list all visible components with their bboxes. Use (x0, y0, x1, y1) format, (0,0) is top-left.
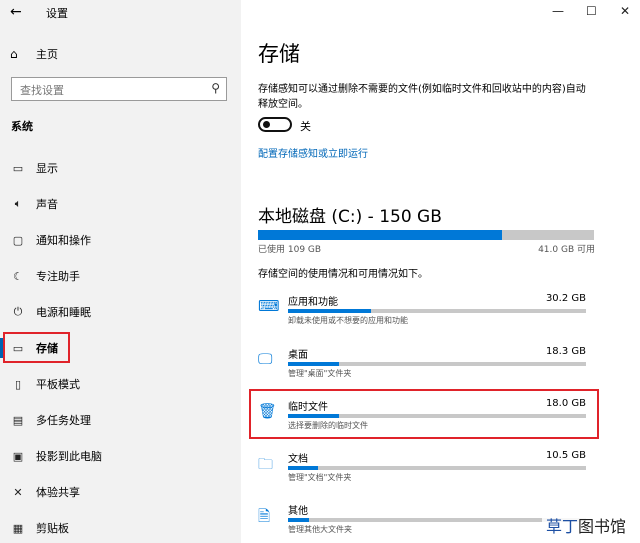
watermark-part2: 图书馆 (577, 517, 626, 536)
maximize-icon[interactable]: ☐ (586, 4, 597, 18)
back-arrow-icon[interactable]: ← (10, 4, 22, 20)
category-apps[interactable]: ⌨ 应用和功能 30.2 GB 卸载未使用或不想要的应用和功能 (258, 293, 588, 337)
sidebar-item-label: 体验共享 (36, 486, 80, 499)
toggle-state-label: 关 (300, 120, 311, 133)
sidebar-item-label: 剪贴板 (36, 522, 69, 535)
sidebar-item-focus-assist[interactable]: ☾ 专注助手 (0, 258, 241, 294)
desktop-icon: 🖵︎ (258, 350, 273, 368)
configure-storage-sense-link[interactable]: 配置存储感知或立即运行 (258, 145, 368, 160)
sidebar-item-clipboard[interactable]: ▦ 剪贴板 (0, 510, 241, 543)
sidebar-item-project[interactable]: ▣ 投影到此电脑 (0, 438, 241, 474)
documents-icon: 🗀︎ (258, 455, 274, 473)
nav-home[interactable]: ⌂ 主页 (10, 46, 58, 62)
category-bar (288, 466, 586, 470)
sidebar-item-power[interactable]: ⏻ 电源和睡眠 (0, 294, 241, 330)
search-placeholder: 查找设置 (20, 84, 64, 97)
usage-description: 存储空间的使用情况和可用情况如下。 (258, 269, 428, 280)
apps-icon: ⌨ (258, 297, 280, 315)
category-bar-fill (288, 362, 339, 366)
category-size: 30.2 GB (545, 293, 586, 304)
sidebar-item-shared-experiences[interactable]: ✕ 体验共享 (0, 474, 241, 510)
multitask-icon: ▤ (12, 413, 24, 427)
sidebar-item-label: 平板模式 (36, 378, 80, 391)
category-bar (288, 309, 586, 313)
sidebar-item-display[interactable]: ▭ 显示 (0, 150, 241, 186)
highlight-box-storage (3, 332, 70, 363)
category-other[interactable]: 🗎︎ 其他 管理其他大文件夹 (258, 502, 588, 543)
category-name: 桌面 (288, 350, 308, 361)
disk-available-label: 41.0 GB 可用 (538, 245, 595, 255)
sidebar-item-multitasking[interactable]: ▤ 多任务处理 (0, 402, 241, 438)
category-subtitle: 管理其他大文件夹 (288, 525, 352, 534)
home-icon: ⌂ (10, 47, 18, 61)
watermark-part1: 草丁 (545, 517, 578, 536)
power-icon: ⏻ (13, 305, 23, 318)
disk-used-label: 已使用 109 GB (258, 245, 322, 255)
storage-sense-toggle[interactable] (258, 117, 292, 132)
storage-sense-description: 存储感知可以通过删除不需要的文件(例如临时文件和回收站中的内容)自动释放空间。 (258, 84, 586, 110)
section-label-system: 系统 (11, 120, 33, 133)
display-icon: ▭ (12, 161, 24, 175)
sidebar-item-sound[interactable]: 🔈︎ 声音 (0, 186, 241, 222)
moon-icon: ☾ (13, 269, 23, 283)
nav-home-label: 主页 (36, 48, 58, 61)
sidebar-item-tablet[interactable]: ▯ 平板模式 (0, 366, 241, 402)
close-icon[interactable]: ✕ (620, 4, 630, 18)
category-subtitle: 管理"桌面"文件夹 (288, 369, 352, 378)
category-desktop[interactable]: 🖵︎ 桌面 18.3 GB 管理"桌面"文件夹 (258, 346, 588, 390)
clipboard-icon: ▦ (12, 521, 24, 535)
sidebar-item-notifications[interactable]: ▢ 通知和操作 (0, 222, 241, 258)
category-subtitle: 卸载未使用或不想要的应用和功能 (288, 316, 408, 325)
page-title: 存储 (258, 42, 300, 66)
category-size: 18.3 GB (545, 346, 586, 357)
sidebar-item-label: 专注助手 (36, 270, 80, 283)
category-name: 其他 (288, 506, 308, 517)
sidebar-item-label: 通知和操作 (36, 234, 91, 247)
app-title: 设置 (46, 7, 68, 20)
sidebar-item-label: 多任务处理 (36, 414, 91, 427)
disk-title: 本地磁盘 (C:) - 150 GB (258, 207, 442, 227)
tablet-icon: ▯ (14, 377, 22, 391)
search-icon: ⚲ (211, 81, 220, 95)
search-input[interactable]: 查找设置 ⚲ (11, 77, 227, 101)
other-icon: 🗎︎ (258, 507, 271, 525)
sound-icon: 🔈︎ (14, 197, 22, 210)
category-documents[interactable]: 🗀︎ 文档 10.5 GB 管理"文档"文件夹 (258, 450, 588, 494)
sidebar-item-label: 投影到此电脑 (36, 450, 102, 463)
sidebar-item-label: 声音 (36, 198, 58, 211)
category-bar-fill (288, 518, 309, 522)
category-size: 10.5 GB (545, 450, 586, 461)
sidebar: ← 设置 ⌂ 主页 查找设置 ⚲ 系统 ▭ 显示 🔈︎ 声音 ▢ 通知和操作 ☾… (0, 0, 241, 543)
category-subtitle: 管理"文档"文件夹 (288, 473, 352, 482)
highlight-box-temp-files (249, 389, 599, 439)
category-bar (288, 362, 586, 366)
category-bar-fill (288, 309, 372, 313)
disk-usage-fill (258, 230, 503, 240)
minimize-icon[interactable]: — (552, 4, 564, 18)
disk-usage-bar (258, 230, 594, 240)
notification-icon: ▢ (12, 233, 24, 247)
category-bar-fill (288, 466, 318, 470)
project-icon: ▣ (12, 449, 24, 463)
category-name: 文档 (288, 454, 308, 465)
sidebar-item-label: 显示 (36, 162, 58, 175)
watermark: 草丁图书馆 (541, 511, 630, 539)
sidebar-item-label: 电源和睡眠 (36, 306, 91, 319)
share-icon: ✕ (13, 485, 23, 499)
category-name: 应用和功能 (288, 297, 338, 308)
